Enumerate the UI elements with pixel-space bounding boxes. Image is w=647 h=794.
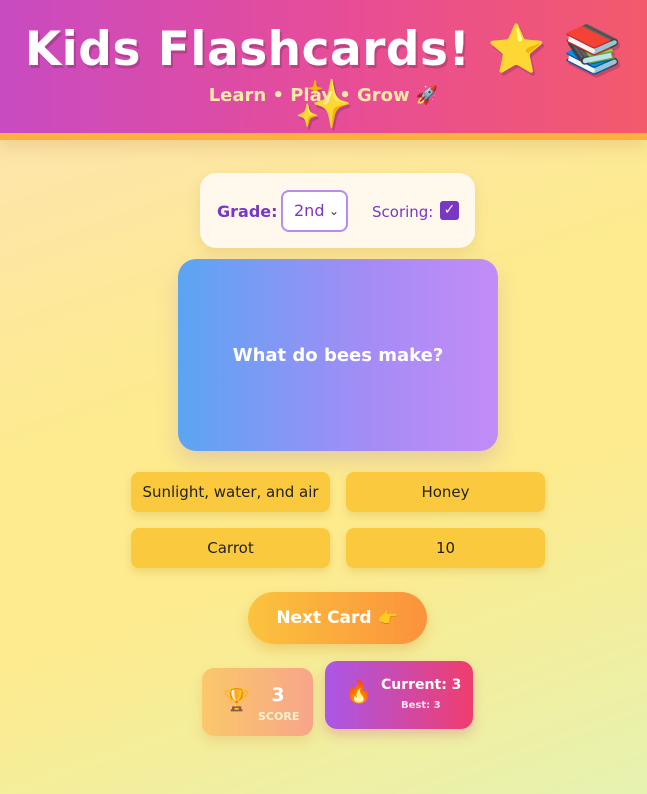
answer-button-3[interactable]: Carrot xyxy=(131,528,330,568)
score-label: SCORE xyxy=(258,710,300,723)
header: Kids Flashcards! ⭐ 📚 ✨ Learn • Play • Gr… xyxy=(0,0,647,140)
trophy-icon: 🏆 xyxy=(223,688,251,713)
scoring-label: Scoring: xyxy=(372,203,434,221)
controls-panel: Grade: 2nd ⌄ Scoring: ✓ xyxy=(200,173,475,248)
score-value: 3 xyxy=(271,684,285,706)
flame-icon: 🔥 xyxy=(345,680,373,705)
flashcard-question: What do bees make? xyxy=(232,345,444,366)
checkmark-icon: ✓ xyxy=(443,202,456,218)
grade-select-value: 2nd xyxy=(294,201,325,220)
grade-label: Grade: xyxy=(217,202,278,221)
answer-button-4[interactable]: 10 xyxy=(346,528,545,568)
streak-best: Best: 3 xyxy=(401,700,441,711)
flashcard[interactable]: What do bees make? xyxy=(178,259,498,451)
page-title: Kids Flashcards! ⭐ 📚 ✨ xyxy=(24,22,623,132)
grade-select[interactable]: 2nd ⌄ xyxy=(281,190,348,232)
scoring-checkbox[interactable]: ✓ xyxy=(440,201,459,220)
score-badge: 🏆 3 SCORE xyxy=(202,668,313,736)
answer-button-2[interactable]: Honey xyxy=(346,472,545,512)
page-subtitle: Learn • Play • Grow 🚀 xyxy=(208,85,439,106)
answer-button-1[interactable]: Sunlight, water, and air xyxy=(131,472,330,512)
next-card-button[interactable]: Next Card 👉 xyxy=(248,592,427,644)
chevron-down-icon: ⌄ xyxy=(328,204,339,218)
streak-current: Current: 3 xyxy=(381,677,462,693)
streak-badge: 🔥 Current: 3 Best: 3 xyxy=(325,661,473,729)
